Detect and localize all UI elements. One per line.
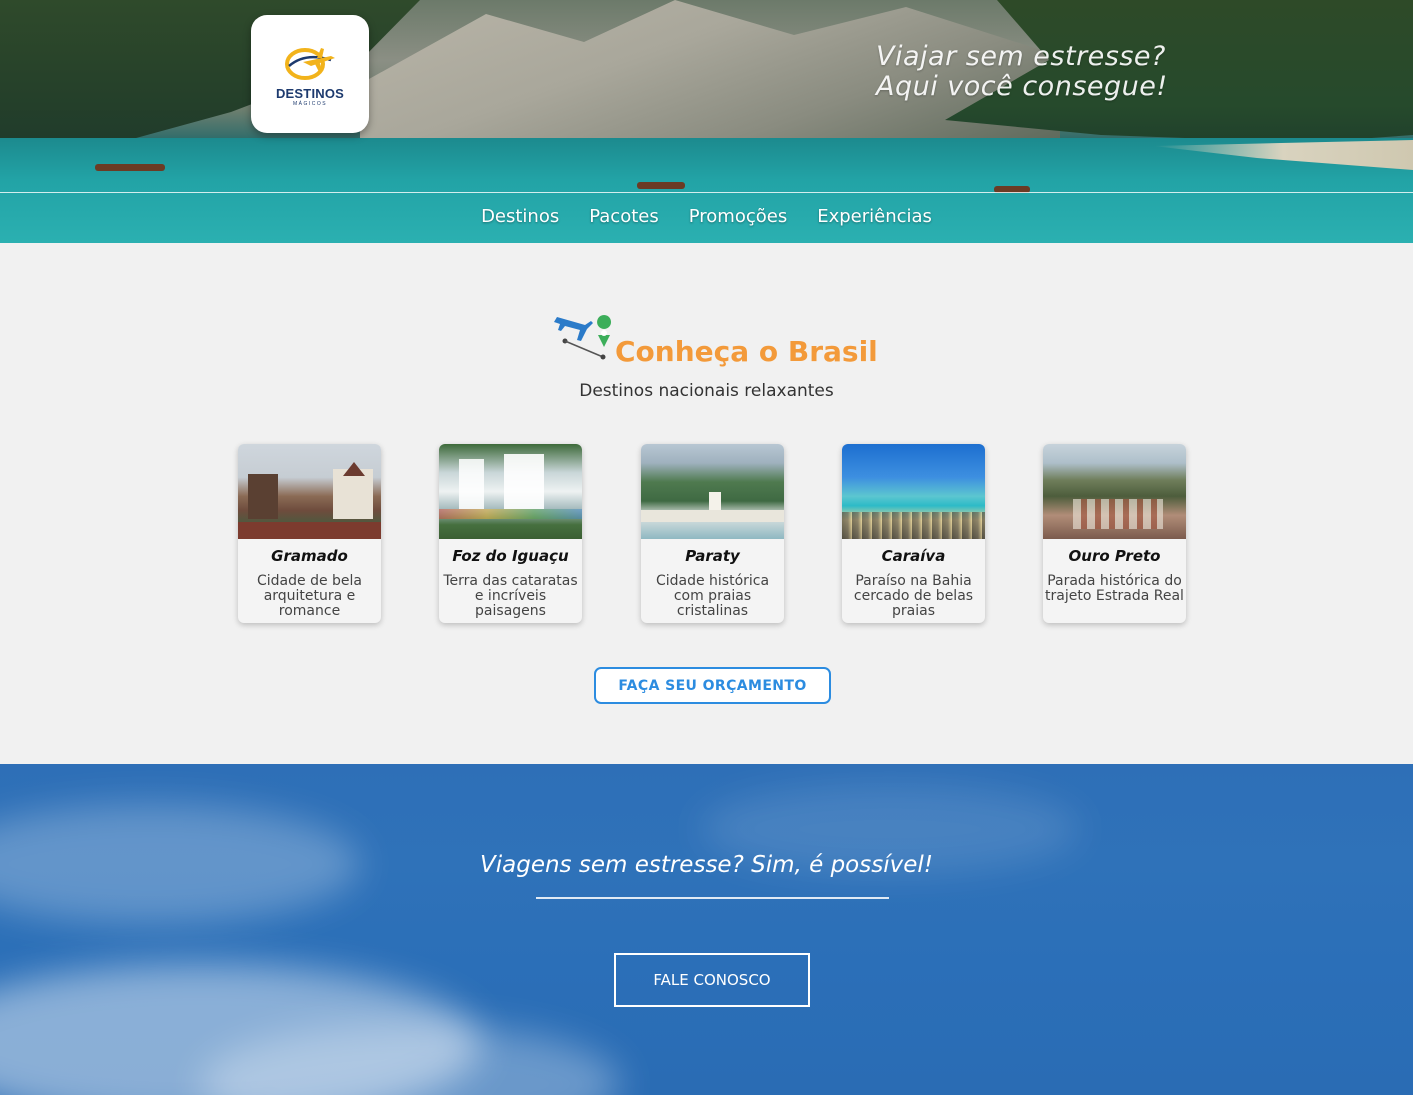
hero-tagline-line1: Viajar sem estresse? (876, 41, 1166, 72)
section-subtitle: Destinos nacionais relaxantes (579, 381, 834, 401)
main-nav: Destinos Pacotes Promoções Experiências (0, 203, 1413, 231)
nav-item-promocoes[interactable]: Promoções (674, 203, 802, 231)
boat (637, 182, 685, 189)
hero-tagline-line2: Aqui você consegue! (876, 71, 1168, 102)
card-title: Gramado (271, 547, 348, 565)
card-description: Paraíso na Bahia cercado de belas praias (853, 573, 974, 619)
foz-do-iguacu-image (439, 444, 582, 539)
logo-subtitle: MÁGICOS (292, 100, 328, 107)
card-description: Terra das cataratas e incríveis paisagen… (443, 573, 578, 619)
hero-divider (0, 192, 1413, 193)
caraiva-image (842, 444, 985, 539)
section-heading: Conheça o Brasil (551, 311, 881, 371)
section-title: Conheça o Brasil (615, 335, 878, 368)
logo[interactable]: DESTINOS MÁGICOS (251, 15, 369, 133)
contact-button[interactable]: FALE CONOSCO (614, 953, 810, 1007)
contact-divider (536, 897, 889, 899)
destinations-section: Conheça o Brasil Destinos nacionais rela… (0, 243, 1413, 764)
card-title: Paraty (685, 547, 740, 565)
card-description: Cidade histórica com praias cristalinas (655, 573, 770, 619)
destination-cards: Gramado Cidade de bela arquitetura e rom… (238, 444, 1188, 624)
destination-card-ouro-preto[interactable]: Ouro Preto Parada histórica do trajeto E… (1043, 444, 1186, 623)
contact-headline: Viagens sem estresse? Sim, é possível! (480, 852, 933, 878)
card-title: Ouro Preto (1068, 547, 1161, 565)
hero-tagline: Viajar sem estresse? Aqui você consegue! (876, 42, 1196, 102)
plane-globe-icon (285, 47, 335, 80)
quote-button[interactable]: FAÇA SEU ORÇAMENTO (594, 667, 831, 704)
card-description: Parada histórica do trajeto Estrada Real (1045, 573, 1184, 604)
paraty-image (641, 444, 784, 539)
destination-card-gramado[interactable]: Gramado Cidade de bela arquitetura e rom… (238, 444, 381, 623)
contact-section: Viagens sem estresse? Sim, é possível! F… (0, 764, 1413, 1095)
card-title: Caraíva (881, 547, 946, 565)
destination-card-paraty[interactable]: Paraty Cidade histórica com praias crist… (641, 444, 784, 623)
boat (95, 164, 165, 171)
gramado-image (238, 444, 381, 539)
ouro-preto-image (1043, 444, 1186, 539)
destination-card-foz-do-iguacu[interactable]: Foz do Iguaçu Terra das cataratas e incr… (439, 444, 582, 623)
card-title: Foz do Iguaçu (452, 547, 569, 565)
nav-item-experiencias[interactable]: Experiências (802, 203, 947, 231)
card-description: Cidade de bela arquitetura e romance (257, 573, 362, 619)
nav-item-pacotes[interactable]: Pacotes (574, 203, 674, 231)
hero-banner: DESTINOS MÁGICOS Viajar sem estresse? Aq… (0, 0, 1413, 243)
plane-route-icon (554, 315, 612, 360)
nav-item-destinos[interactable]: Destinos (466, 203, 574, 231)
logo-name: DESTINOS (275, 85, 345, 101)
destination-card-caraiva[interactable]: Caraíva Paraíso na Bahia cercado de bela… (842, 444, 985, 623)
